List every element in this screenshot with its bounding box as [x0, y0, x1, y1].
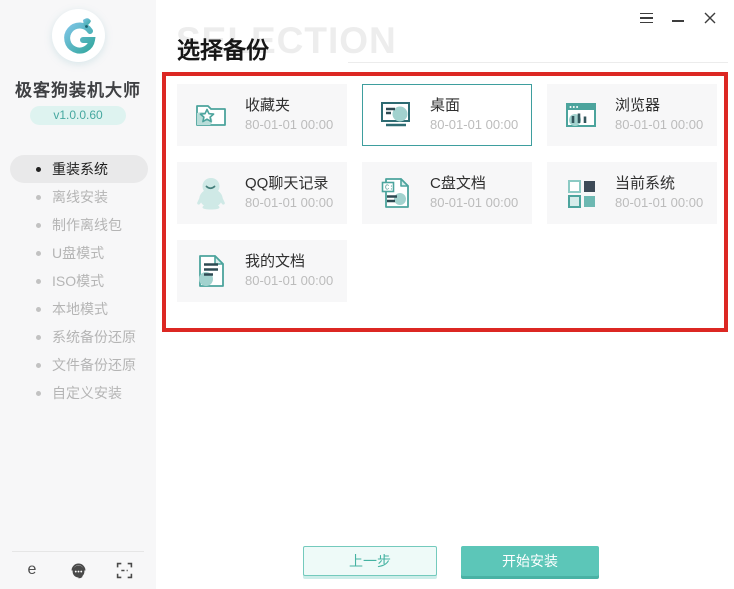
backup-card-text: 桌面 80-01-01 00:00	[430, 96, 518, 134]
sidebar-subitem[interactable]: 离线安装	[0, 183, 156, 211]
backup-card-text: 当前系统 80-01-01 00:00	[615, 174, 703, 212]
sidebar-subitem[interactable]: 重装系统	[10, 155, 148, 183]
sidebar-subitem-label: 本地模式	[52, 301, 108, 317]
backup-card[interactable]: 浏览器 80-01-01 00:00	[547, 84, 717, 146]
backup-card-date: 80-01-01 00:00	[615, 117, 704, 132]
sidebar-subitem-label: ISO模式	[52, 273, 105, 289]
minimize-icon[interactable]	[670, 10, 686, 26]
backup-card-grid: 收藏夹 80-01-01 00:00 桌面 80-01-01 00:00 浏览器…	[177, 84, 717, 302]
title-divider	[348, 62, 728, 63]
sidebar-subitem-label: U盘模式	[52, 245, 105, 261]
sidebar-subitem[interactable]: U盘模式	[0, 239, 156, 267]
previous-step-button[interactable]: 上一步	[303, 546, 437, 576]
backup-card[interactable]: 我的文档 80-01-01 00:00	[177, 240, 347, 302]
bullet-icon	[36, 278, 41, 284]
main-panel: SELECTION 选择备份 收藏夹 80-01-01 00:00 桌面 80-…	[156, 0, 734, 589]
backup-card-label: 收藏夹	[245, 97, 291, 114]
sidebar-nav: 装机首页 一键装机 重装系统 离线安装 制作离线包 启动U盘 U盘模式	[0, 155, 734, 589]
sidebar-subitem-label: 离线安装	[52, 189, 108, 205]
ie-browser-glyph: e	[27, 561, 37, 578]
sidebar-footer-divider	[12, 551, 144, 552]
backup-card-date: 80-01-01 00:00	[615, 195, 704, 210]
support-headset-icon[interactable]	[68, 560, 88, 580]
sidebar-subitem[interactable]: 本地模式	[0, 295, 156, 323]
svg-text:C:: C:	[385, 185, 393, 193]
backup-card-text: C盘文档 80-01-01 00:00	[430, 174, 518, 212]
backup-card-date: 80-01-01 00:00	[245, 117, 334, 132]
app-window: 极客狗装机大师 v1.0.0.60 装机首页 一键装机 重装系统 离线安装 制作…	[0, 0, 734, 589]
current-system-icon	[561, 173, 601, 213]
sidebar-footer: e	[0, 560, 156, 580]
bullet-icon	[36, 306, 41, 312]
backup-card-text: QQ聊天记录 80-01-01 00:00	[245, 174, 333, 212]
backup-card-label: 桌面	[430, 97, 461, 114]
backup-card-label: 浏览器	[615, 97, 661, 114]
backup-card-text: 浏览器 80-01-01 00:00	[615, 96, 703, 134]
bullet-icon	[36, 222, 41, 228]
backup-card-date: 80-01-01 00:00	[245, 273, 334, 288]
app-logo-icon	[52, 9, 105, 62]
backup-card[interactable]: C: C盘文档 80-01-01 00:00	[362, 162, 532, 224]
version-badge: v1.0.0.60	[30, 106, 126, 125]
page-title: 选择备份	[177, 37, 269, 63]
desktop-icon	[376, 95, 416, 135]
sidebar: 极客狗装机大师 v1.0.0.60 装机首页 一键装机 重装系统 离线安装 制作…	[0, 0, 734, 589]
backup-card-label: 当前系统	[615, 175, 676, 192]
menu-icon[interactable]	[638, 10, 654, 26]
backup-card-text: 收藏夹 80-01-01 00:00	[245, 96, 333, 134]
backup-card-date: 80-01-01 00:00	[245, 195, 334, 210]
c-drive-doc-icon: C:	[376, 173, 416, 213]
backup-card[interactable]: 桌面 80-01-01 00:00	[362, 84, 532, 146]
favorites-folder-icon	[191, 95, 231, 135]
my-documents-icon	[191, 251, 231, 291]
sidebar-subitem-label: 制作离线包	[52, 217, 122, 233]
sidebar-subitem-label: 自定义安装	[52, 385, 122, 401]
bullet-icon	[36, 194, 41, 200]
qq-icon	[191, 173, 231, 213]
backup-card[interactable]: 收藏夹 80-01-01 00:00	[177, 84, 347, 146]
window-controls	[638, 10, 718, 26]
sidebar-subitem[interactable]: 系统备份还原	[0, 323, 156, 351]
bullet-icon	[36, 250, 41, 256]
sidebar-subitem-label: 文件备份还原	[52, 357, 136, 373]
bullet-icon	[36, 362, 41, 368]
sidebar-subitem-label: 重装系统	[52, 161, 108, 177]
bullet-icon	[36, 334, 41, 340]
sidebar-subitem[interactable]: 自定义安装	[0, 379, 156, 407]
backup-card-label: QQ聊天记录	[245, 175, 329, 192]
backup-card-label: C盘文档	[430, 175, 486, 192]
backup-card-date: 80-01-01 00:00	[430, 117, 519, 132]
close-icon[interactable]	[702, 10, 718, 26]
bullet-icon	[36, 390, 41, 396]
backup-card-text: 我的文档 80-01-01 00:00	[245, 252, 333, 290]
backup-card[interactable]: 当前系统 80-01-01 00:00	[547, 162, 717, 224]
sidebar-subitem-label: 系统备份还原	[52, 329, 136, 345]
backup-card-date: 80-01-01 00:00	[430, 195, 519, 210]
bullet-icon	[36, 166, 41, 172]
action-bar: 上一步 开始安装	[156, 546, 734, 576]
ie-browser-icon[interactable]: e	[22, 560, 42, 580]
browser-icon	[561, 95, 601, 135]
sidebar-subitem[interactable]: 制作离线包	[0, 211, 156, 239]
backup-card-label: 我的文档	[245, 253, 306, 270]
scan-icon[interactable]	[114, 560, 134, 580]
sidebar-subitem[interactable]: ISO模式	[0, 267, 156, 295]
backup-card[interactable]: QQ聊天记录 80-01-01 00:00	[177, 162, 347, 224]
sidebar-subitem[interactable]: 文件备份还原	[0, 351, 156, 379]
app-name: 极客狗装机大师	[15, 81, 141, 100]
start-install-button[interactable]: 开始安装	[461, 546, 599, 576]
hamburger-icon	[639, 12, 653, 24]
